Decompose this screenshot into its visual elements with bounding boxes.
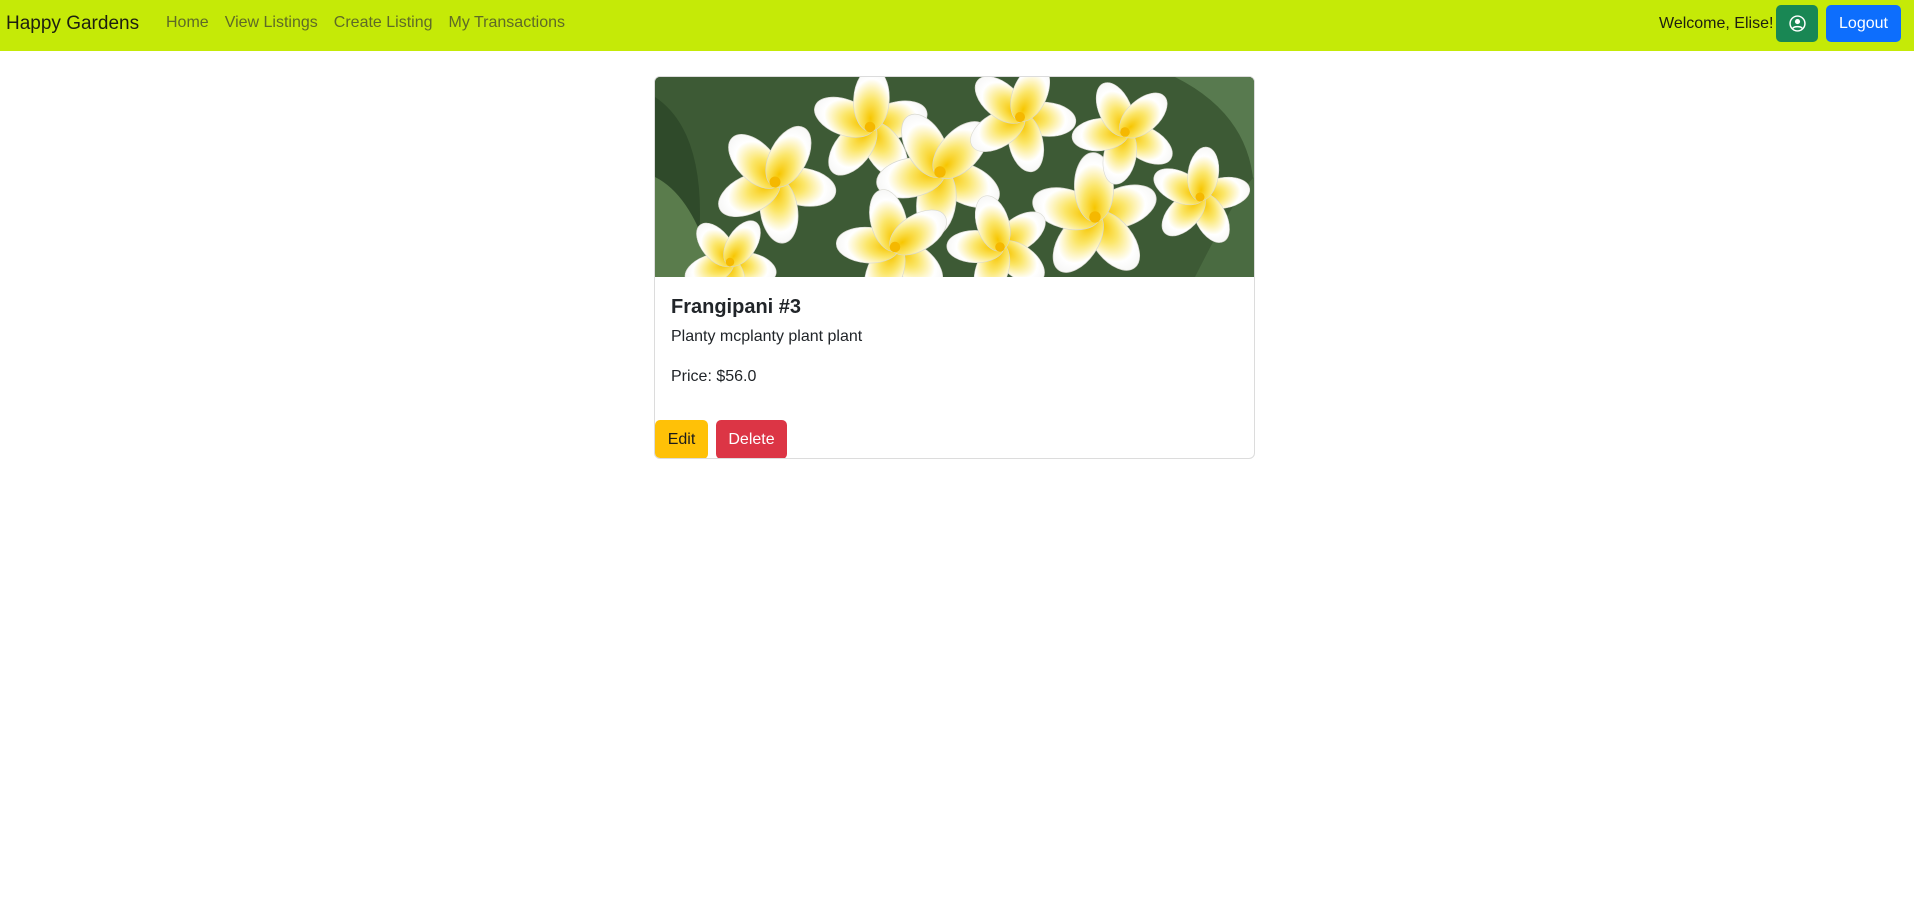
listing-price: Price: $56.0 xyxy=(671,368,757,385)
nav-link-home[interactable]: Home xyxy=(166,13,209,33)
nav-link-my-transactions[interactable]: My Transactions xyxy=(449,13,565,33)
delete-button[interactable]: Delete xyxy=(716,420,787,458)
listing-title: Frangipani #3 xyxy=(671,296,802,318)
nav-link-create-listing[interactable]: Create Listing xyxy=(334,13,433,33)
listing-card: Frangipani #3 Planty mcplanty plant plan… xyxy=(654,76,1255,459)
edit-button[interactable]: Edit xyxy=(655,420,708,458)
profile-button[interactable] xyxy=(1776,5,1818,42)
nav-link-view-listings[interactable]: View Listings xyxy=(225,13,318,33)
nav-links: Home View Listings Create Listing My Tra… xyxy=(166,13,581,33)
listing-image xyxy=(655,77,1254,277)
brand-link[interactable]: Happy Gardens xyxy=(6,12,139,36)
welcome-text: Welcome, Elise! xyxy=(1659,15,1774,32)
navbar: Happy Gardens Home View Listings Create … xyxy=(0,0,1914,51)
logout-button[interactable]: Logout xyxy=(1826,5,1901,42)
listing-description: Planty mcplanty plant plant xyxy=(671,328,863,345)
user-circle-icon xyxy=(1788,15,1806,32)
